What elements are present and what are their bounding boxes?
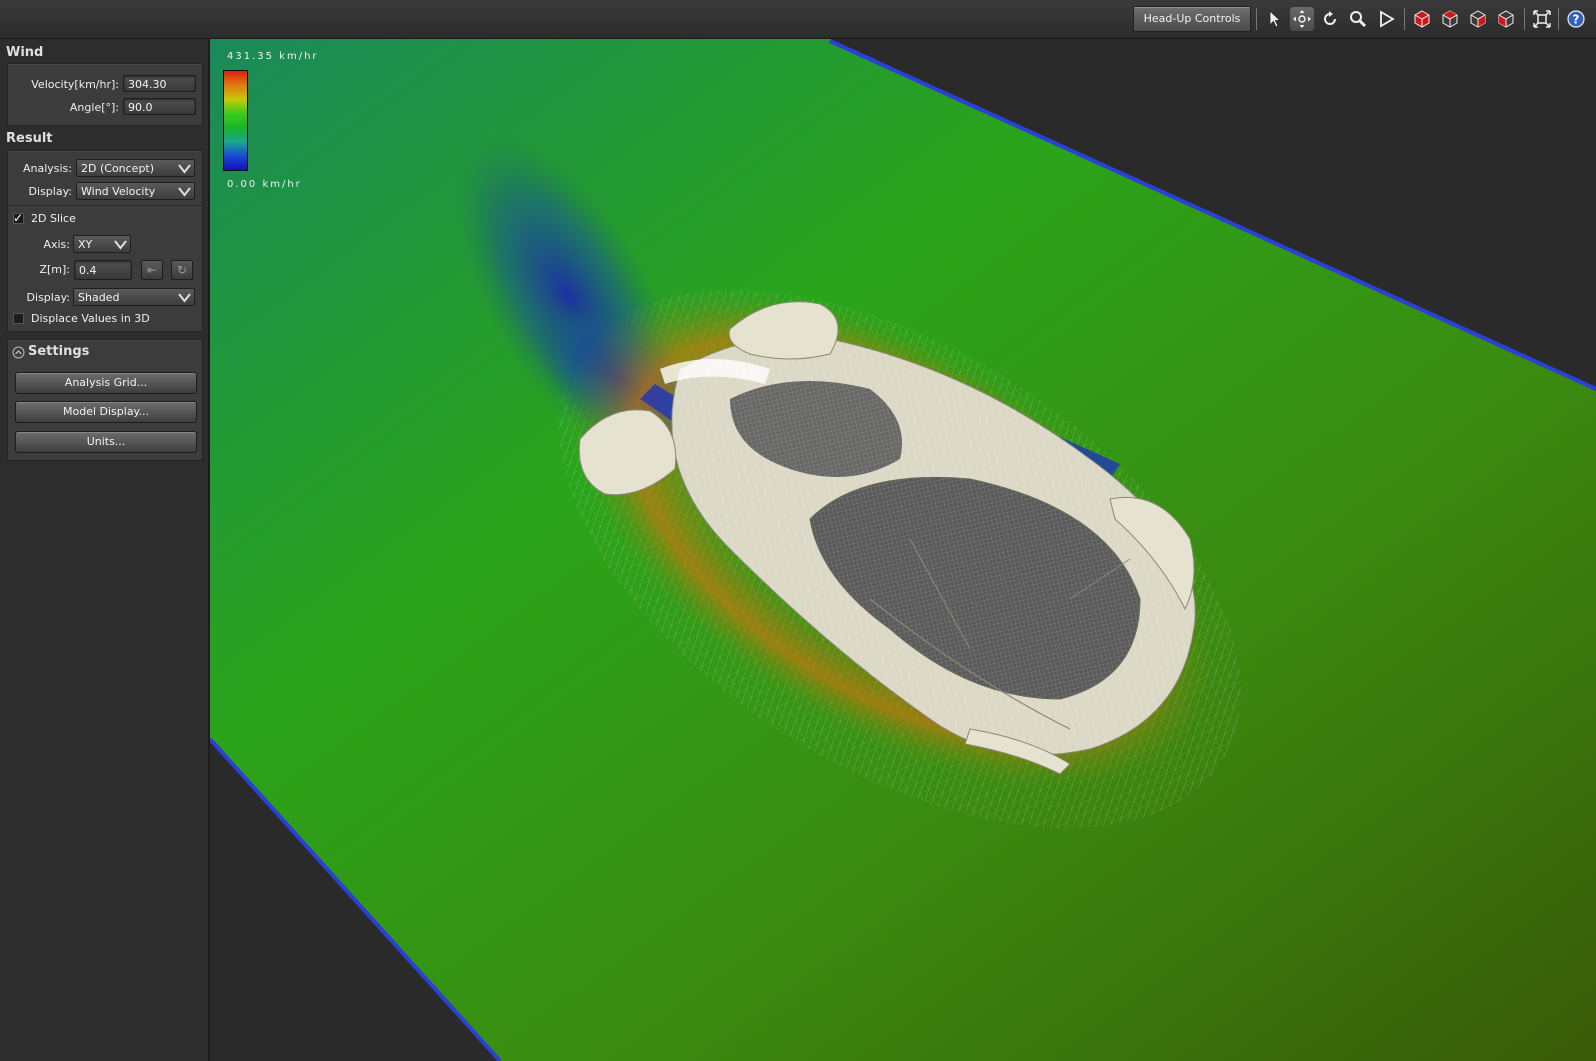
wind-section: Velocity[km/hr]: 304.30 Angle[°]: 90.0 <box>7 63 203 126</box>
legend-max-label: 431.35 km/hr <box>227 51 319 62</box>
analysis-dropdown[interactable]: 2D (Concept) <box>76 159 195 177</box>
z-reset-button[interactable]: ↻ <box>171 260 193 280</box>
z-decrement-button[interactable]: ⇤ <box>141 260 163 280</box>
z-field[interactable]: 0.4 <box>74 260 132 280</box>
toolbar-separator <box>1524 8 1525 30</box>
toolbar-separator <box>1256 8 1257 30</box>
velocity-label: Velocity[km/hr]: <box>31 78 119 91</box>
model-display-button[interactable]: Model Display... <box>15 401 197 423</box>
fit-view-icon[interactable] <box>1530 7 1554 31</box>
result-section: Analysis: 2D (Concept) Display: Wind Vel… <box>7 150 203 332</box>
velocity-field[interactable]: 304.30 <box>123 75 196 92</box>
display2-label: Display: <box>26 291 70 304</box>
select-arrow-icon[interactable] <box>1262 7 1286 31</box>
analysis-label: Analysis: <box>22 162 72 175</box>
toolbar-separator <box>1558 8 1559 30</box>
2d-slice-label: 2D Slice <box>31 212 76 225</box>
axis-label: Axis: <box>43 238 70 251</box>
chevron-down-icon <box>178 187 191 197</box>
zoom-icon[interactable] <box>1346 7 1370 31</box>
collapse-icon[interactable] <box>12 346 25 359</box>
analysis-grid-button[interactable]: Analysis Grid... <box>15 372 197 394</box>
toolbar-separator <box>1404 8 1405 30</box>
left-panel: Wind Velocity[km/hr]: 304.30 Angle[°]: 9… <box>0 39 210 1061</box>
view-cube-iso-icon[interactable] <box>1494 7 1518 31</box>
wind-section-header[interactable]: Wind <box>6 45 43 60</box>
axis-dropdown[interactable]: XY <box>73 235 131 253</box>
view-cube-top-icon[interactable] <box>1438 7 1462 31</box>
legend-min-label: 0.00 km/hr <box>227 179 302 190</box>
display-dropdown[interactable]: Wind Velocity <box>76 182 195 200</box>
2d-slice-checkbox[interactable]: ✓ <box>13 211 24 225</box>
play-icon[interactable] <box>1374 7 1398 31</box>
display-mode-value: Shaded <box>78 291 120 304</box>
display-value: Wind Velocity <box>81 185 156 198</box>
angle-field[interactable]: 90.0 <box>123 98 196 115</box>
svg-text:?: ? <box>1573 13 1580 27</box>
rotate-icon[interactable] <box>1318 7 1342 31</box>
units-button[interactable]: Units... <box>15 431 197 453</box>
view-cube-front-icon[interactable] <box>1410 7 1434 31</box>
velocity-color-legend <box>223 70 248 171</box>
display-label: Display: <box>28 185 72 198</box>
axis-value: XY <box>78 238 93 251</box>
chevron-down-icon <box>178 164 191 174</box>
top-toolbar: Head-Up Controls ? <box>0 0 1596 39</box>
wind-simulation-render[interactable] <box>210 39 1596 1061</box>
help-icon[interactable]: ? <box>1564 7 1588 31</box>
view-cube-side-icon[interactable] <box>1466 7 1490 31</box>
checkmark-icon: ✓ <box>13 211 24 225</box>
displace-values-checkbox[interactable] <box>13 313 24 324</box>
pan-icon[interactable] <box>1290 7 1314 31</box>
z-label: Z[m]: <box>39 263 70 276</box>
angle-label: Angle[°]: <box>69 101 119 114</box>
3d-viewport[interactable]: 431.35 km/hr 0.00 km/hr <box>210 39 1596 1061</box>
display-mode-dropdown[interactable]: Shaded <box>73 288 195 306</box>
analysis-value: 2D (Concept) <box>81 162 155 175</box>
head-up-controls-button[interactable]: Head-Up Controls <box>1133 6 1251 32</box>
chevron-down-icon <box>114 240 127 250</box>
divider <box>8 205 202 206</box>
result-section-header[interactable]: Result <box>6 131 53 146</box>
chevron-down-icon <box>178 293 191 303</box>
displace-values-label: Displace Values in 3D <box>31 312 150 325</box>
settings-section-header[interactable]: Settings <box>28 344 89 359</box>
